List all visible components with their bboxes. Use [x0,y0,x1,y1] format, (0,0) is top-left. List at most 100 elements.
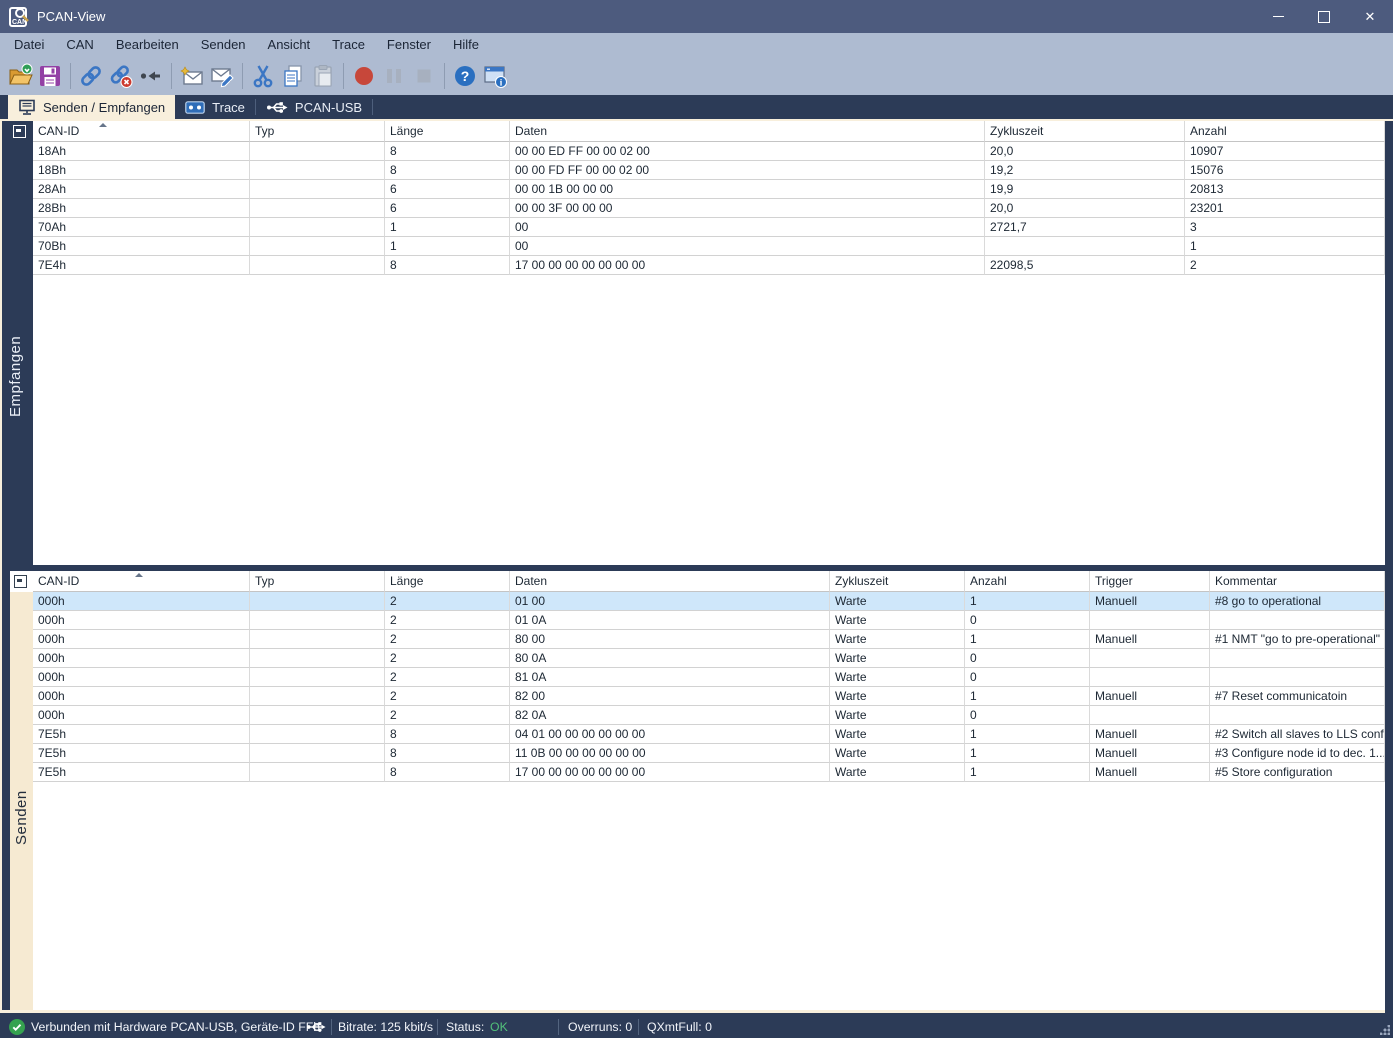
table-cell: 8 [385,142,510,161]
table-row[interactable]: 000h280 00Warte1Manuell#1 NMT "go to pre… [33,630,1385,649]
column-header[interactable]: Anzahl [1185,121,1385,142]
table-cell: 15076 [1185,161,1385,180]
table-row[interactable]: 28Ah600 00 1B 00 00 0019,920813 [33,180,1385,199]
table-cell: 000h [33,668,250,687]
table-cell: 2 [385,630,510,649]
table-row[interactable]: 7E5h817 00 00 00 00 00 00 00Warte1Manuel… [33,763,1385,782]
menu-item-can[interactable]: CAN [55,33,104,57]
connection-status: Verbunden mit Hardware PCAN-USB, Geräte-… [31,1016,320,1038]
table-row[interactable]: 70Ah1002721,73 [33,218,1385,237]
title-bar: CAN PCAN-View ✕ [0,0,1393,33]
record-button[interactable] [351,63,377,89]
menu-item-ansicht[interactable]: Ansicht [257,33,322,57]
table-cell: 6 [385,180,510,199]
column-header[interactable]: Länge [385,571,510,592]
save-button[interactable] [37,63,63,89]
table-cell: 28Bh [33,199,250,218]
table-row[interactable]: 000h281 0AWarte0 [33,668,1385,687]
column-header[interactable]: Typ [250,571,385,592]
table-row[interactable]: 70Bh1001 [33,237,1385,256]
column-header[interactable]: Zykluszeit [985,121,1185,142]
tab-trace[interactable]: Trace [175,95,255,119]
column-header[interactable]: Länge [385,121,510,142]
table-cell: 8 [385,256,510,275]
tab-pcan-usb[interactable]: PCAN-USB [256,95,372,119]
table-cell [250,668,385,687]
pause-button[interactable] [381,63,407,89]
open-file-button[interactable] [7,63,33,89]
table-row[interactable]: 7E5h811 0B 00 00 00 00 00 00Warte1Manuel… [33,744,1385,763]
copy-button[interactable] [280,63,306,89]
tab-label: PCAN-USB [295,100,362,115]
table-cell: 8 [385,725,510,744]
table-cell: 000h [33,649,250,668]
column-header[interactable]: Daten [510,571,830,592]
detach-button[interactable] [138,63,164,89]
table-row[interactable]: 000h201 0AWarte0 [33,611,1385,630]
table-row[interactable]: 18Bh800 00 FD FF 00 00 02 0019,215076 [33,161,1385,180]
table-row[interactable]: 28Bh600 00 3F 00 00 0020,023201 [33,199,1385,218]
edit-message-icon [209,63,235,89]
svg-text:CAN: CAN [12,19,27,26]
column-header[interactable]: Typ [250,121,385,142]
table-cell: 19,2 [985,161,1185,180]
table-row[interactable]: 18Ah800 00 ED FF 00 00 02 0020,010907 [33,142,1385,161]
sort-caret-icon [135,573,143,577]
window-info-button[interactable]: i [482,63,508,89]
table-cell: 7E5h [33,744,250,763]
new-message-button[interactable] [179,63,205,89]
paste-button[interactable] [310,63,336,89]
table-cell: Manuell [1090,630,1210,649]
table-row[interactable]: 7E4h817 00 00 00 00 00 00 0022098,52 [33,256,1385,275]
menu-item-datei[interactable]: Datei [3,33,55,57]
table-row[interactable]: 000h201 00Warte1Manuell#8 go to operatio… [33,592,1385,611]
table-row[interactable]: 000h282 0AWarte0 [33,706,1385,725]
table-cell: 7E4h [33,256,250,275]
table-cell: 1 [385,218,510,237]
menu-item-trace[interactable]: Trace [321,33,376,57]
send-select-all[interactable] [10,571,33,592]
column-header[interactable]: Kommentar [1210,571,1385,592]
minimize-button[interactable] [1255,0,1301,33]
disconnect-button[interactable] [108,63,134,89]
table-cell: 1 [1185,237,1385,256]
column-header[interactable]: Daten [510,121,985,142]
menu-item-bearbeiten[interactable]: Bearbeiten [105,33,190,57]
resize-grip[interactable] [1380,1025,1390,1035]
receive-select-all[interactable] [13,125,26,138]
stop-button[interactable] [411,63,437,89]
save-icon [37,63,63,89]
table-cell: 000h [33,630,250,649]
maximize-button[interactable] [1301,0,1347,33]
column-header[interactable]: CAN-ID [33,121,250,142]
help-button[interactable]: ? [452,63,478,89]
table-cell [250,180,385,199]
tab-senden-empfangen[interactable]: Senden / Empfangen [8,95,175,119]
connect-button[interactable] [78,63,104,89]
column-header[interactable]: CAN-ID [33,571,250,592]
table-cell [250,687,385,706]
column-header[interactable]: Trigger [1090,571,1210,592]
usb-icon [306,1020,326,1034]
menu-item-senden[interactable]: Senden [190,33,257,57]
edit-message-button[interactable] [209,63,235,89]
table-cell: 22098,5 [985,256,1185,275]
menu-item-fenster[interactable]: Fenster [376,33,442,57]
table-cell: 7E5h [33,763,250,782]
table-cell: 2 [385,706,510,725]
column-header[interactable]: Zykluszeit [830,571,965,592]
table-cell [250,218,385,237]
close-button[interactable]: ✕ [1347,0,1393,33]
cut-button[interactable] [250,63,276,89]
table-row[interactable]: 000h282 00Warte1Manuell#7 Reset communic… [33,687,1385,706]
table-cell: 11 0B 00 00 00 00 00 00 [510,744,830,763]
column-header[interactable]: Anzahl [965,571,1090,592]
table-cell: Warte [830,630,965,649]
menu-item-hilfe[interactable]: Hilfe [442,33,490,57]
table-cell: 2 [1185,256,1385,275]
status-separator [437,1019,438,1035]
table-cell: 82 00 [510,687,830,706]
table-row[interactable]: 000h280 0AWarte0 [33,649,1385,668]
table-row[interactable]: 7E5h804 01 00 00 00 00 00 00Warte1Manuel… [33,725,1385,744]
table-cell: 01 00 [510,592,830,611]
